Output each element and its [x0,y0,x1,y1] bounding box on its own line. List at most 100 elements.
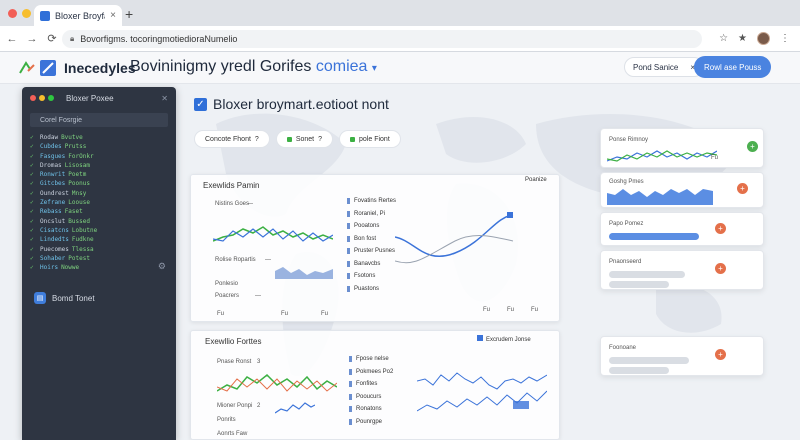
code-token: Mnsy [71,189,87,197]
address-bar[interactable]: 🔒︎ Bovorfigms. tocoringmotiedioraNumelio [62,30,702,48]
code-token: Zefrane [40,199,66,207]
chip-label: Concote Fhont [205,135,251,143]
right-card-0[interactable]: Ponse Rimnoy Fu + [600,128,764,168]
new-tab-button[interactable]: + [125,6,133,22]
bullet-icon [347,198,350,205]
mini-line-chart [275,402,315,414]
panel-primary: Exewlids Pamin Poanize Nistins Goes — Ro… [190,174,560,322]
axis-tick: Fu [321,311,329,317]
bullet-icon [347,248,350,255]
minimize-window-dot[interactable] [22,9,31,18]
forward-button[interactable]: → [24,33,40,45]
sidebar-window-dots [30,95,54,101]
list-item[interactable]: Pooucurs [349,391,409,404]
card-add-icon[interactable]: + [715,349,726,360]
list-item[interactable]: Fsotons [347,270,407,283]
code-token: Bvutve [61,134,83,141]
list-item-label: Pokmees Po2 [356,368,394,375]
code-token: Dromas [40,161,62,169]
page-title-accent: comiea [315,58,368,75]
sidebar-header: Bloxer Poxee ✕ [22,87,176,109]
tab-close-icon[interactable]: × [110,10,116,21]
code-token: ForOnkr [68,152,94,160]
sidebar-close-icon[interactable]: ✕ [161,94,168,103]
favicon-icon [40,10,50,21]
code-line[interactable]: ✓ Cubdes Prutss [30,142,168,151]
card-add-icon[interactable]: + [715,263,726,274]
profile-avatar[interactable] [757,32,770,45]
code-line[interactable]: ✓ Oncslut Bussed [30,217,168,226]
right-card-4[interactable]: Foonoane + [600,336,764,376]
list-item[interactable]: Ronatons [349,403,409,416]
list-item[interactable]: Pounrgpe [349,416,409,429]
card-sparkline [607,150,717,162]
bookmark-star-icon[interactable]: ★ [738,33,747,44]
reload-button[interactable]: ⟳ [44,32,60,45]
gear-icon[interactable]: ⚙ [158,261,166,272]
code-line[interactable]: ✓ Hoirs Nowwe [30,263,168,272]
card-area-chart [607,189,713,205]
code-line[interactable]: ✓ Ronwrit Poetm [30,170,168,179]
bullet-icon [347,273,350,280]
panel-title: Exewllio Forttes [205,337,262,346]
chip-label: pole Fiont [359,135,390,143]
code-line[interactable]: ✓ Zefrane Loouse [30,198,168,207]
code-token: Faset [64,208,83,216]
checkbox-icon[interactable]: ✓ [194,97,207,111]
filter-chips: Concote Fhont ? Sonet ? pole Fiont [194,130,401,148]
card-add-icon[interactable]: + [715,223,726,234]
list-item-label: Fpose nelse [356,356,389,363]
code-line[interactable]: ✓ Cisatcns Lobutne [30,226,168,235]
url-text: Bovorfigms. tocoringmotiedioraNumelio [80,34,238,44]
card-label: Foonoane [609,345,637,351]
right-card-2[interactable]: Papo Pomez + [600,212,764,246]
card-tick: Fu [711,155,719,161]
menu-kebab-icon[interactable]: ⋮ [780,33,790,44]
share-icon[interactable]: ☆ [719,33,728,44]
list-item[interactable]: Fonfites [349,378,409,391]
close-window-dot[interactable] [8,9,17,18]
browser-tab[interactable]: Bloxer Broyfavr × [34,5,122,26]
curve-chart [395,212,514,264]
panel-tag[interactable]: Excrudem Jonse [477,335,531,343]
list-item[interactable]: Pokmees Po2 [349,366,409,379]
code-token: Nowwe [61,264,80,272]
chip-2[interactable]: pole Fiont [339,130,401,148]
page-title[interactable]: Bovininigmy yredl Gorifes comiea ▾ [130,58,377,76]
check-icon: ✓ [30,236,34,244]
sidebar-footer-button[interactable]: ▤ Bomd Tonet [34,292,95,304]
list-item-label: Pounrgpe [356,418,383,425]
check-icon: ✓ [30,152,34,160]
code-line[interactable]: ✓ Puecomes Tlessa [30,245,168,254]
code-token: Lisosam [64,161,90,169]
header-filter-pill[interactable]: Pond Sanice × [624,57,705,77]
primary-action-button[interactable]: Rowl ase Pouss [694,56,772,78]
code-token: Ronwrit [40,171,66,179]
card-add-icon[interactable]: + [747,141,758,152]
code-line[interactable]: ✓ Rebass Faset [30,207,168,216]
code-token: Fasgues [40,152,66,160]
list-item[interactable]: Fpose nelse [349,353,409,366]
code-token: Puecomes [40,245,69,253]
axis-tick: Fu [507,307,515,313]
code-line[interactable]: ✓ Lindedts Fudkne [30,235,168,244]
chip-label: Sonet [295,135,315,143]
code-line[interactable]: ✓ Fasgues ForOnkr [30,152,168,161]
sidebar-filter[interactable]: Corel Fosrgie [30,113,168,127]
right-card-1[interactable]: Goshg Pmes + [600,172,764,208]
code-line[interactable]: ✓ Gitcbes Poonus [30,179,168,188]
list-item[interactable]: Puastons [347,283,407,296]
code-line[interactable]: ✓ Oundrest Mnsy [30,189,168,198]
row-label: Nistins Goes [215,201,250,207]
back-button[interactable]: ← [4,33,20,45]
browser-tabbar: Bloxer Broyfavr × + [0,0,800,26]
right-card-3[interactable]: Pnaonseerd + [600,250,764,290]
chip-1[interactable]: Sonet ? [275,130,334,148]
code-line[interactable]: ✓ Rodaw Bvutve [30,133,168,142]
row-label: Ponlesio [215,281,239,287]
chip-0[interactable]: Concote Fhont ? [194,130,270,148]
code-token: Sohaber [40,254,66,262]
code-line[interactable]: ✓ Dromas Lisosam [30,161,168,170]
code-line[interactable]: ✓ Sohaber Potest [30,254,168,263]
card-add-icon[interactable]: + [737,183,748,194]
